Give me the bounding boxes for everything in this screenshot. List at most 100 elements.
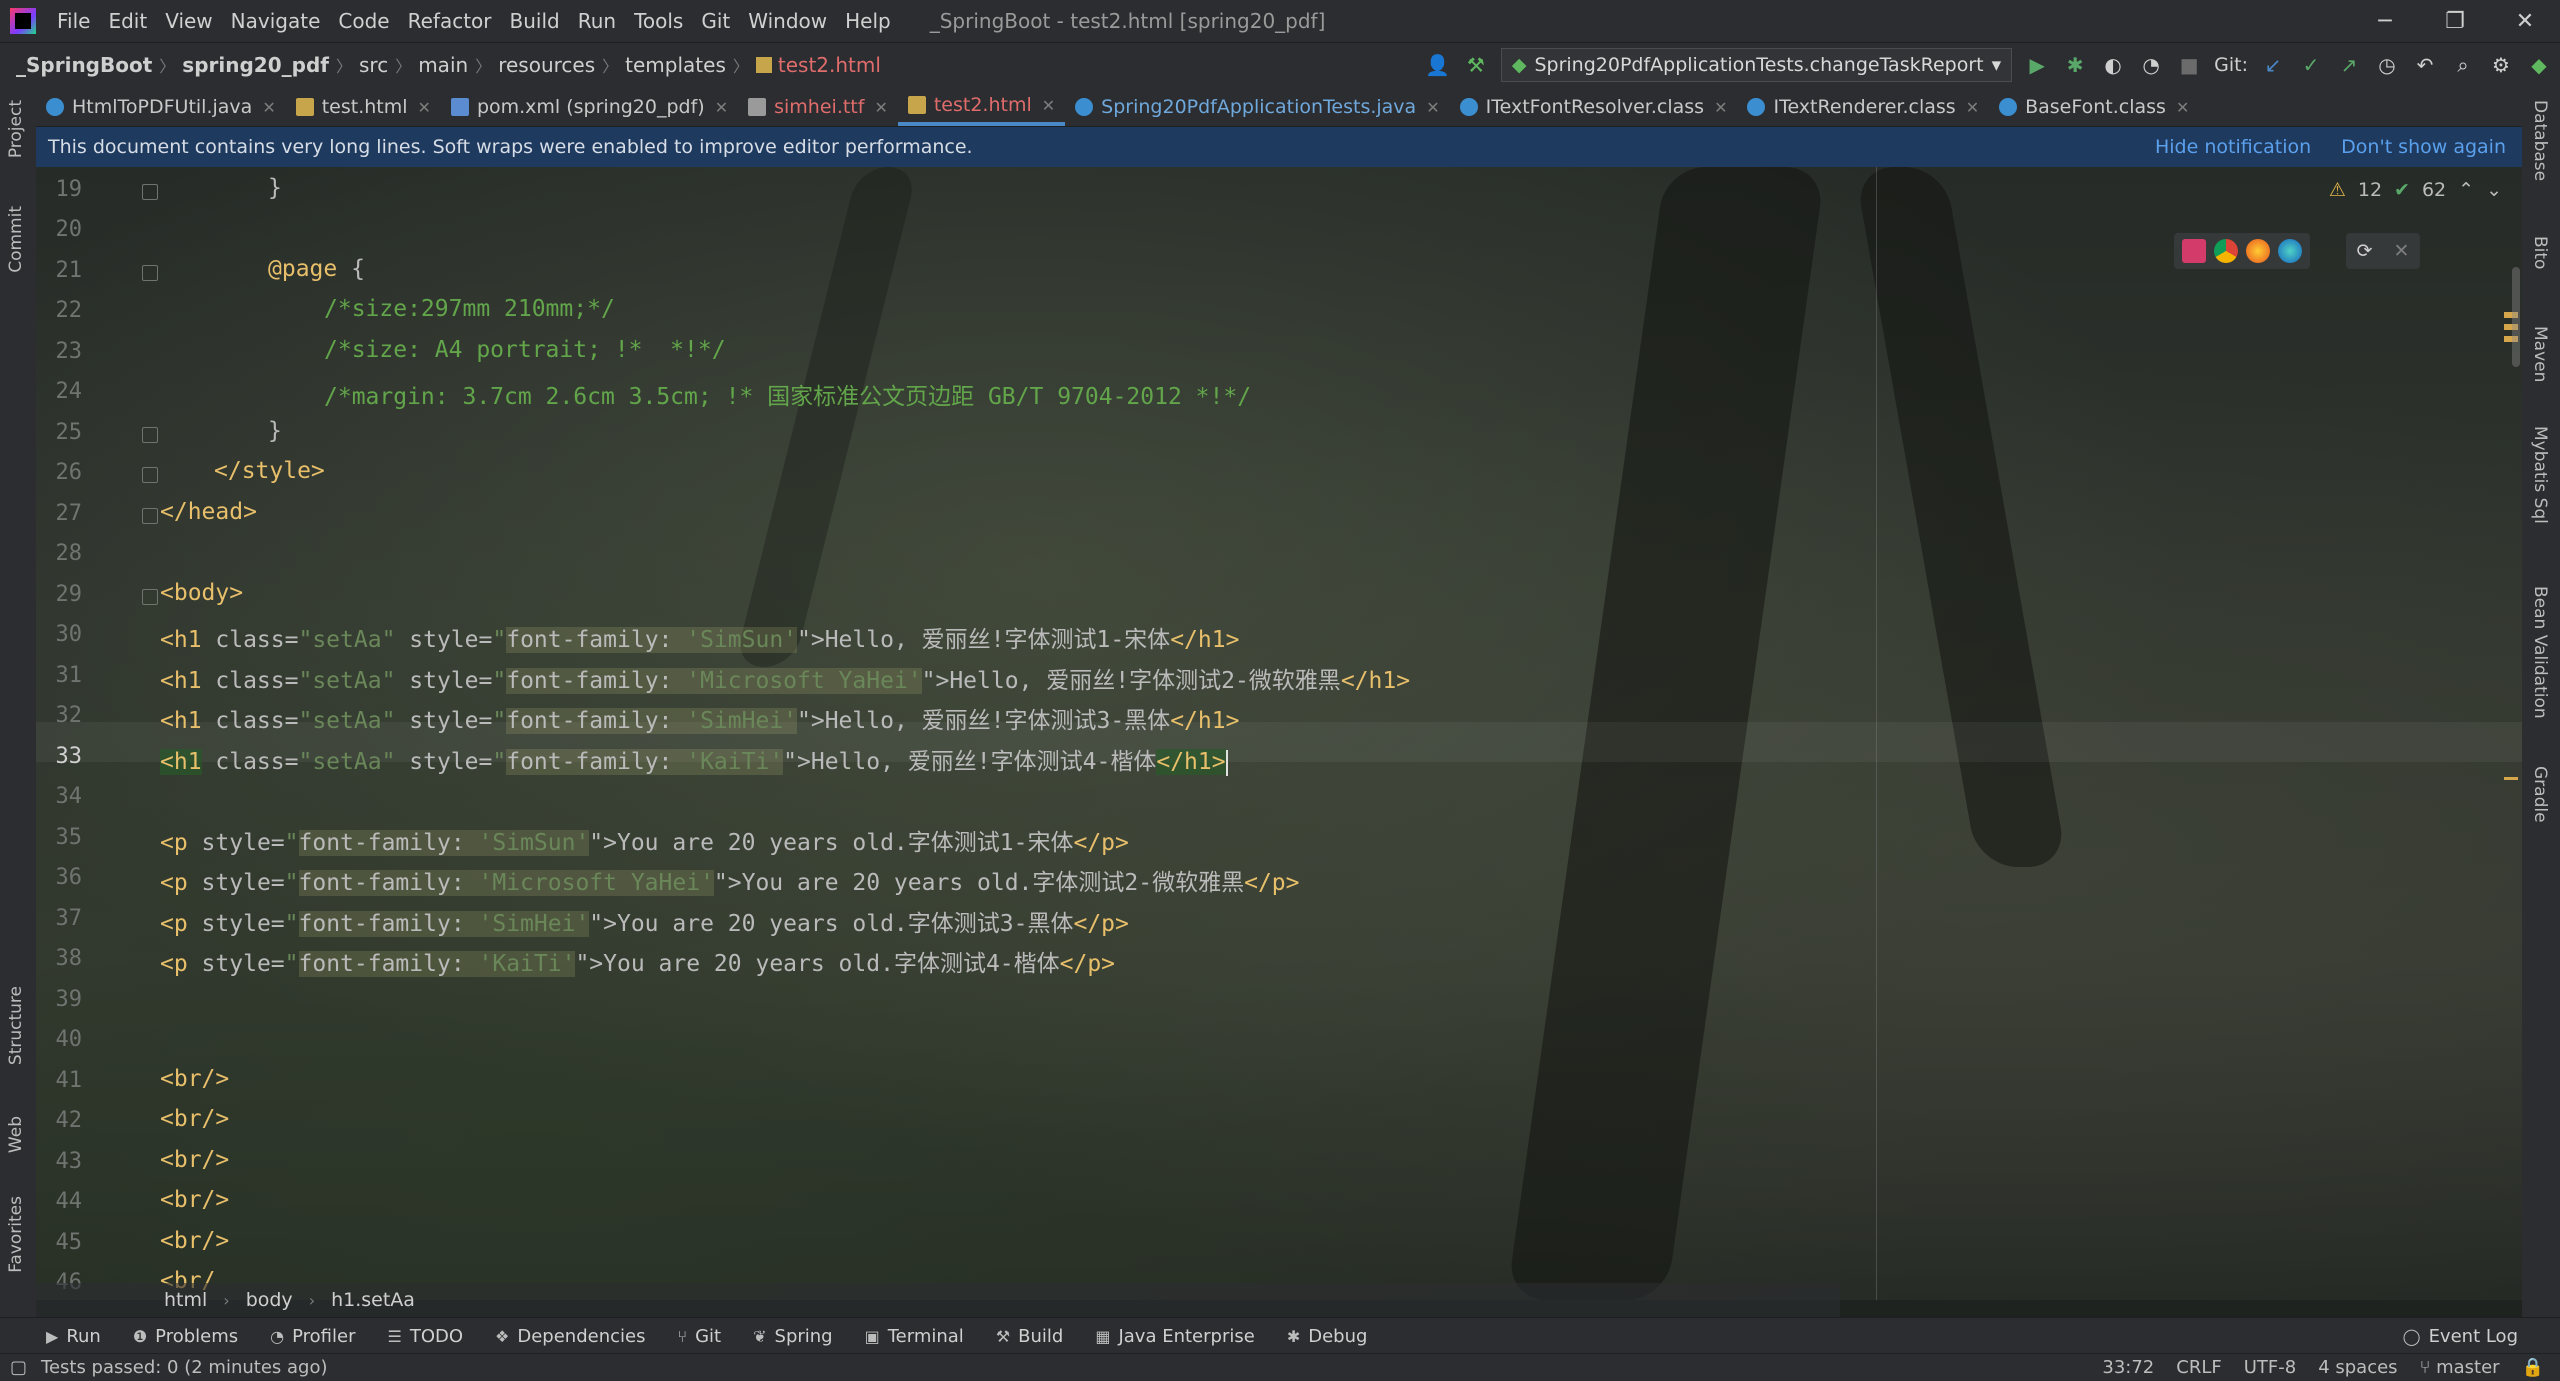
fold-marker-icon[interactable] (142, 265, 158, 281)
caret-position[interactable]: 33:72 (2102, 1357, 2154, 1378)
run-configuration-select[interactable]: ◆ Spring20PdfApplicationTests.changeTask… (1500, 48, 2013, 82)
git-push-icon[interactable]: ↗ (2336, 52, 2362, 78)
intellij-browser-icon[interactable] (2182, 239, 2206, 263)
gradle-tool-button[interactable]: Gradle (2530, 766, 2550, 823)
file-encoding[interactable]: UTF-8 (2244, 1357, 2296, 1378)
tool-java-enterprise[interactable]: ▦ Java Enterprise (1095, 1326, 1254, 1347)
tool-debug[interactable]: ✱ Debug (1287, 1326, 1368, 1347)
nav-crumb-templates[interactable]: templates (625, 53, 726, 77)
error-stripe-marker[interactable] (2504, 777, 2518, 780)
debug-icon[interactable]: ✱ (2062, 52, 2088, 78)
close-icon[interactable]: ✕ (1714, 98, 1727, 117)
menu-tools[interactable]: Tools (625, 9, 692, 33)
bean-validation-tool-button[interactable]: Bean Validation (2530, 586, 2550, 719)
fold-marker-icon[interactable] (142, 508, 158, 524)
close-icon[interactable]: ✕ (1042, 96, 1055, 115)
rollback-icon[interactable]: ↶ (2412, 52, 2438, 78)
line-separator[interactable]: CRLF (2176, 1357, 2221, 1378)
tab-test-html[interactable]: test.html ✕ (286, 88, 441, 126)
fold-marker-icon[interactable] (142, 184, 158, 200)
chevron-up-icon[interactable]: ⌃ (2458, 179, 2474, 201)
coverage-icon[interactable]: ◐ (2100, 52, 2126, 78)
status-message[interactable]: Tests passed: 0 (2 minutes ago) (41, 1357, 328, 1378)
database-tool-button[interactable]: Database (2530, 100, 2550, 181)
chrome-icon[interactable] (2214, 239, 2238, 263)
hammer-build-icon[interactable]: ⚒ (1463, 52, 1489, 78)
breadcrumb-body[interactable]: body (246, 1289, 293, 1311)
breadcrumb-h1[interactable]: h1.setAa (331, 1289, 415, 1311)
code-editor[interactable]: ⚠ 12 ✔ 62 ⌃ ⌄ ⟳ ✕ 19 20 21 22 23 24 25 2… (36, 167, 2522, 1300)
indent-setting[interactable]: 4 spaces (2318, 1357, 2397, 1378)
tool-build[interactable]: ⚒ Build (996, 1326, 1064, 1347)
edge-icon[interactable] (2278, 239, 2302, 263)
tab-simhei-ttf[interactable]: simhei.ttf ✕ (738, 88, 898, 126)
inspection-widget[interactable]: ⚠ 12 ✔ 62 ⌃ ⌄ (2329, 179, 2502, 201)
menu-file[interactable]: File (48, 9, 99, 33)
commit-tool-button[interactable]: Commit (6, 206, 26, 273)
fold-marker-icon[interactable] (142, 467, 158, 483)
breadcrumb-html[interactable]: html (164, 1289, 207, 1311)
git-branch[interactable]: ⑂ master (2420, 1357, 2500, 1378)
menu-view[interactable]: View (156, 9, 221, 33)
bito-tool-button[interactable]: Bito (2530, 236, 2550, 269)
tool-problems[interactable]: ❶ Problems (133, 1326, 238, 1347)
close-icon[interactable]: ✕ (1426, 98, 1439, 117)
refresh-preview-icon[interactable]: ⟳ (2357, 240, 2373, 262)
close-icon[interactable]: ✕ (2176, 98, 2189, 117)
menu-navigate[interactable]: Navigate (222, 9, 330, 33)
restore-button[interactable]: ❐ (2420, 0, 2490, 42)
mybatis-sql-tool-button[interactable]: Mybatis Sql (2530, 426, 2550, 524)
tool-profiler[interactable]: ◔ Profiler (270, 1326, 355, 1347)
git-commit-icon[interactable]: ✓ (2298, 52, 2324, 78)
close-window-button[interactable]: ✕ (2490, 0, 2560, 42)
project-tool-button[interactable]: Project (6, 100, 26, 158)
tab-basefont-class[interactable]: BaseFont.class ✕ (1989, 88, 2199, 126)
maven-tool-button[interactable]: Maven (2530, 326, 2550, 382)
tool-terminal[interactable]: ▣ Terminal (865, 1326, 964, 1347)
nav-crumb-src[interactable]: src (359, 53, 388, 77)
tab-htmltopdfutil-java[interactable]: HtmlToPDFUtil.java ✕ (36, 88, 286, 126)
jetbrains-toolbox-icon[interactable]: ◆ (2526, 52, 2552, 78)
run-icon[interactable]: ▶ (2024, 52, 2050, 78)
firefox-icon[interactable] (2246, 239, 2270, 263)
history-icon[interactable]: ◷ (2374, 52, 2400, 78)
close-icon[interactable]: ✕ (262, 98, 275, 117)
close-icon[interactable]: ✕ (2394, 240, 2410, 262)
menu-build[interactable]: Build (501, 9, 569, 33)
vertical-scrollbar[interactable] (2512, 267, 2520, 367)
nav-crumb-resources[interactable]: resources (498, 53, 595, 77)
menu-run[interactable]: Run (569, 9, 625, 33)
tool-spring[interactable]: ❦ Spring (753, 1326, 833, 1347)
nav-crumb-main[interactable]: main (418, 53, 468, 77)
hide-notification-link[interactable]: Hide notification (2155, 136, 2311, 158)
menu-git[interactable]: Git (692, 9, 739, 33)
tool-dependencies[interactable]: ❖ Dependencies (495, 1326, 645, 1347)
tab-pom-xml[interactable]: pom.xml (spring20_pdf) ✕ (441, 88, 738, 126)
git-update-icon[interactable]: ↙ (2260, 52, 2286, 78)
tool-git[interactable]: ⑂ Git (677, 1326, 721, 1347)
menu-code[interactable]: Code (329, 9, 398, 33)
line-number-gutter[interactable]: 19 20 21 22 23 24 25 26 27 28 29 30 31 3… (36, 167, 136, 1300)
close-icon[interactable]: ✕ (418, 98, 431, 117)
tool-event-log[interactable]: ◯ Event Log (2403, 1326, 2518, 1347)
close-icon[interactable]: ✕ (874, 98, 887, 117)
structure-tool-button[interactable]: Structure (6, 986, 26, 1065)
close-icon[interactable]: ✕ (1966, 98, 1979, 117)
tool-todo[interactable]: ☰ TODO (387, 1326, 463, 1347)
menu-help[interactable]: Help (836, 9, 900, 33)
tab-itextfontresolver-class[interactable]: ITextFontResolver.class ✕ (1450, 88, 1738, 126)
dont-show-again-link[interactable]: Don't show again (2341, 136, 2506, 158)
gear-icon[interactable]: ⚙ (2488, 52, 2514, 78)
fold-marker-icon[interactable] (142, 589, 158, 605)
lock-icon[interactable]: 🔒 (2522, 1357, 2544, 1378)
tab-itextrenderer-class[interactable]: ITextRenderer.class ✕ (1737, 88, 1989, 126)
profile-icon[interactable]: ◔ (2138, 52, 2164, 78)
stop-icon[interactable]: ■ (2176, 52, 2202, 78)
nav-crumb-file[interactable]: test2.html (778, 53, 881, 77)
menu-window[interactable]: Window (739, 9, 836, 33)
menu-refactor[interactable]: Refactor (399, 9, 501, 33)
nav-crumb-project[interactable]: _SpringBoot (16, 53, 152, 77)
tool-run[interactable]: ▶ Run (46, 1326, 101, 1347)
menu-edit[interactable]: Edit (99, 9, 156, 33)
tab-spring20pdfapplicationtests-java[interactable]: Spring20PdfApplicationTests.java ✕ (1065, 88, 1449, 126)
